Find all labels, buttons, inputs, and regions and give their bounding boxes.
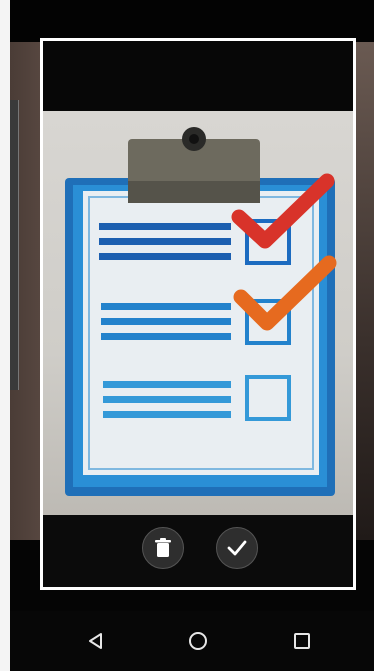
confirm-button[interactable] [216, 527, 258, 569]
clipboard-checklist-image [65, 127, 337, 496]
recents-button[interactable] [288, 627, 316, 655]
camera-preview-edge [356, 42, 374, 540]
system-navigation-bar [10, 611, 374, 671]
checkmark-icon [227, 540, 247, 556]
circle-home-icon [189, 632, 207, 650]
trash-icon [155, 538, 171, 557]
back-button[interactable] [82, 627, 110, 655]
crop-frame[interactable] [40, 38, 356, 590]
triangle-back-icon [89, 633, 102, 649]
square-recents-icon [294, 633, 310, 649]
phone-screen [10, 0, 374, 671]
status-bar [10, 0, 374, 42]
delete-button[interactable] [142, 527, 184, 569]
captured-photo [43, 111, 353, 515]
home-button[interactable] [184, 627, 212, 655]
camera-preview-edge-left [10, 100, 19, 390]
review-action-bar [43, 515, 353, 587]
